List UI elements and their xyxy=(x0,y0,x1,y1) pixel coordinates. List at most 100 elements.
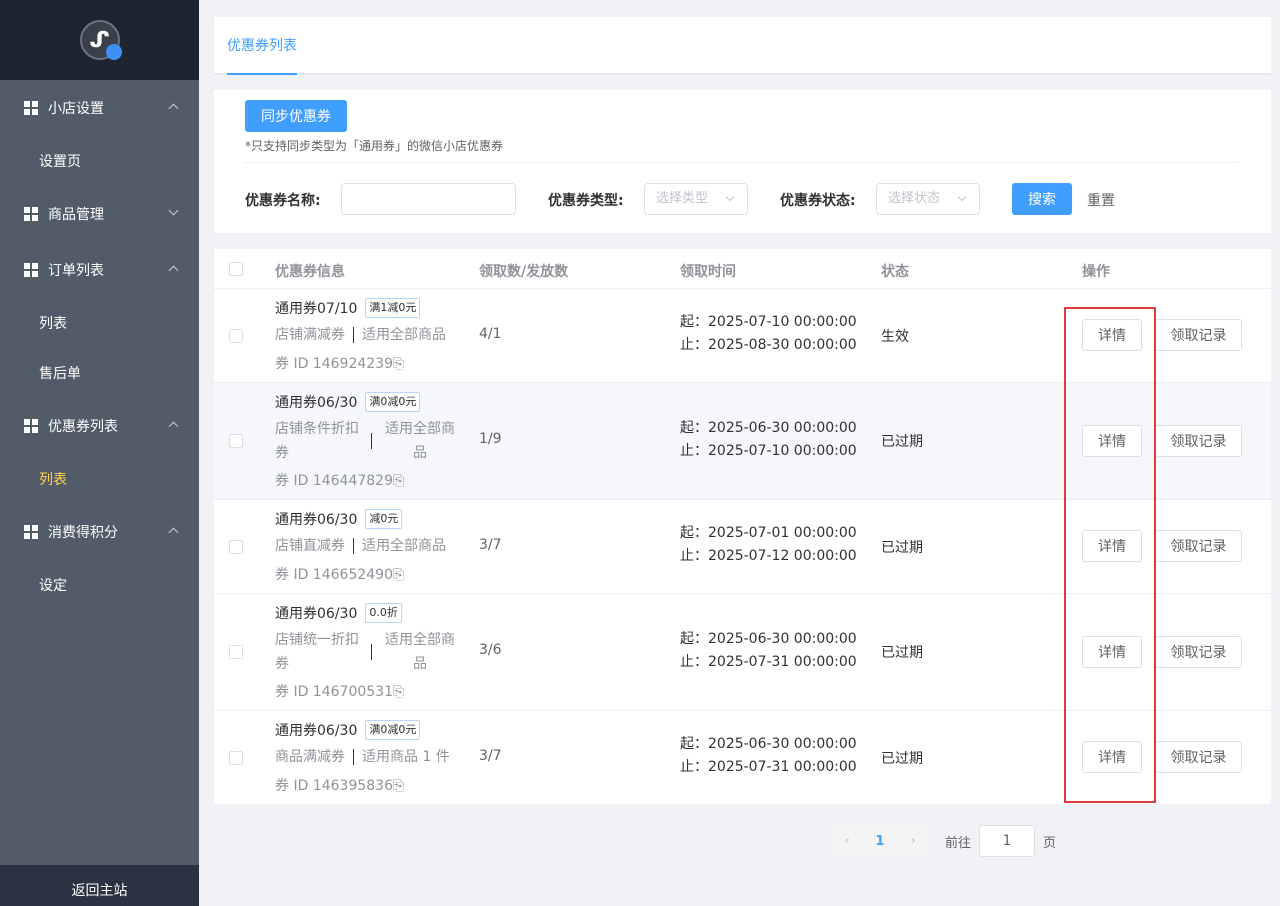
sidebar-item-label: 设置页 xyxy=(39,154,81,170)
sync-coupons-button[interactable]: 同步优惠券 xyxy=(245,100,347,132)
grid-icon xyxy=(24,263,38,277)
coupon-start: 起：2025-07-01 00:00:00 xyxy=(680,525,857,541)
coupon-title: 通用券06/30 满0减0元 xyxy=(275,392,421,412)
sidebar-group-label: 小店设置 xyxy=(48,101,104,117)
row-checkbox[interactable] xyxy=(229,329,243,343)
separator xyxy=(353,327,354,343)
row-checkbox[interactable] xyxy=(229,751,243,765)
coupon-tag: 减0元 xyxy=(365,509,403,529)
coupon-type-select[interactable]: 选择类型 xyxy=(644,183,748,215)
sidebar-item-after-sales[interactable]: 售后单 xyxy=(0,348,199,398)
coupon-count: 3/6 xyxy=(479,642,502,658)
coupon-id: 券 ID 146395836⎘ xyxy=(275,775,404,795)
detail-button[interactable]: 详情 xyxy=(1082,530,1142,562)
sidebar-item-settings-page[interactable]: 设置页 xyxy=(0,136,199,186)
search-button[interactable]: 搜索 xyxy=(1012,183,1072,215)
table-row: 通用券06/30 满0减0元 店铺条件折扣券 适用全部商品 券 ID 14644… xyxy=(214,383,1271,500)
coupon-time: 起：2025-06-30 00:00:00 止：2025-07-31 00:00… xyxy=(680,628,857,674)
detail-button[interactable]: 详情 xyxy=(1082,425,1142,457)
table-header: 优惠券信息 领取数/发放数 领取时间 状态 操作 xyxy=(214,249,1271,289)
coupon-time: 起：2025-06-30 00:00:00 止：2025-07-10 00:00… xyxy=(680,417,857,463)
chevron-up-icon xyxy=(168,527,179,538)
coupon-status-select[interactable]: 选择状态 xyxy=(876,183,980,215)
sidebar-group-shop-settings[interactable]: 小店设置 xyxy=(0,80,199,136)
coupon-title: 通用券06/30 减0元 xyxy=(275,509,403,529)
detail-button[interactable]: 详情 xyxy=(1082,741,1142,773)
claim-log-button[interactable]: 领取记录 xyxy=(1155,636,1242,668)
coupon-count: 3/7 xyxy=(479,537,502,553)
coupon-id-text: 券 ID 146395836 xyxy=(275,778,393,794)
tab-coupon-list[interactable]: 优惠券列表 xyxy=(227,17,297,75)
coupon-kind: 店铺统一折扣券 xyxy=(275,632,359,672)
sidebar-item-coupon-list[interactable]: 列表 xyxy=(0,454,199,504)
chevron-left-icon[interactable]: ‹ xyxy=(831,825,863,857)
grid-icon xyxy=(24,525,38,539)
chevron-down-icon xyxy=(168,205,179,216)
coupon-end: 止：2025-07-10 00:00:00 xyxy=(680,443,857,459)
coupon-title: 通用券06/30 满0减0元 xyxy=(275,720,421,740)
coupon-time: 起：2025-07-10 00:00:00 止：2025-08-30 00:00… xyxy=(680,311,857,357)
coupon-end: 止：2025-08-30 00:00:00 xyxy=(680,337,857,353)
coupon-status: 已过期 xyxy=(881,751,923,767)
app-logo[interactable]: ᔑ xyxy=(79,20,122,60)
coupon-time: 起：2025-06-30 00:00:00 止：2025-07-31 00:00… xyxy=(680,733,857,779)
sidebar-group-points[interactable]: 消费得积分 xyxy=(0,504,199,560)
sidebar-group-product-management[interactable]: 商品管理 xyxy=(0,186,199,242)
chevron-down-icon xyxy=(957,192,967,202)
coupon-id: 券 ID 146447829⎘ xyxy=(275,470,404,490)
coupon-start: 起：2025-06-30 00:00:00 xyxy=(680,631,857,647)
copy-icon[interactable]: ⎘ xyxy=(393,778,404,794)
sidebar-item-points-settings[interactable]: 设定 xyxy=(0,560,199,610)
back-home-button[interactable]: 返回主站 xyxy=(0,865,199,906)
coupon-start: 起：2025-06-30 00:00:00 xyxy=(680,420,857,436)
chevron-up-icon xyxy=(168,265,179,276)
claim-log-button[interactable]: 领取记录 xyxy=(1155,741,1242,773)
claim-log-button[interactable]: 领取记录 xyxy=(1155,425,1242,457)
copy-icon[interactable]: ⎘ xyxy=(393,684,404,700)
page-number[interactable]: 1 xyxy=(864,825,896,857)
table-row: 通用券07/10 满1减0元 店铺满减券 适用全部商品 券 ID 1469242… xyxy=(214,289,1271,383)
sidebar-group-coupon-list[interactable]: 优惠券列表 xyxy=(0,398,199,454)
coupon-end: 止：2025-07-12 00:00:00 xyxy=(680,548,857,564)
row-checkbox[interactable] xyxy=(229,540,243,554)
coupon-status-label: 优惠券状态: xyxy=(780,193,856,209)
coupon-name-input[interactable] xyxy=(341,183,516,215)
pagination: ‹ 1 › 前往 1 页 xyxy=(831,825,1056,857)
coupon-kind: 店铺满减券 xyxy=(275,327,345,343)
copy-icon[interactable]: ⎘ xyxy=(393,473,404,489)
select-all-checkbox[interactable] xyxy=(229,262,243,276)
row-checkbox[interactable] xyxy=(229,645,243,659)
grid-icon xyxy=(24,419,38,433)
detail-button[interactable]: 详情 xyxy=(1082,636,1142,668)
chevron-right-icon[interactable]: › xyxy=(897,825,929,857)
coupon-count: 1/9 xyxy=(479,431,502,447)
coupon-id: 券 ID 146700531⎘ xyxy=(275,681,404,701)
table-row: 通用券06/30 满0减0元 商品满减券 适用商品 1 件 券 ID 14639… xyxy=(214,711,1271,804)
coupon-count: 3/7 xyxy=(479,748,502,764)
coupon-tag: 0.0折 xyxy=(365,603,402,623)
coupon-status: 已过期 xyxy=(881,540,923,556)
detail-button[interactable]: 详情 xyxy=(1082,319,1142,351)
goto-page-input[interactable]: 1 xyxy=(979,825,1036,857)
coupon-applicable: 适用全部商品 xyxy=(362,538,446,554)
sidebar-item-order-list[interactable]: 列表 xyxy=(0,298,199,348)
coupon-status: 生效 xyxy=(881,329,909,345)
sidebar-group-order-list[interactable]: 订单列表 xyxy=(0,242,199,298)
coupon-status: 已过期 xyxy=(881,645,923,661)
reset-button[interactable]: 重置 xyxy=(1087,190,1115,210)
filter-panel: 同步优惠券 *只支持同步类型为「通用券」的微信小店优惠券 优惠券名称: 优惠券类… xyxy=(214,90,1271,233)
claim-log-button[interactable]: 领取记录 xyxy=(1155,530,1242,562)
coupon-scope: 店铺满减券 适用全部商品 xyxy=(275,323,446,347)
coupon-scope: 店铺条件折扣券 适用全部商品 xyxy=(275,417,460,465)
copy-icon[interactable]: ⎘ xyxy=(393,567,404,583)
copy-icon[interactable]: ⎘ xyxy=(393,356,404,372)
table-row: 通用券06/30 减0元 店铺直减券 适用全部商品 券 ID 146652490… xyxy=(214,500,1271,594)
coupon-tag: 满1减0元 xyxy=(365,298,421,318)
grid-icon xyxy=(24,101,38,115)
coupon-id: 券 ID 146924239⎘ xyxy=(275,353,404,373)
claim-log-button[interactable]: 领取记录 xyxy=(1155,319,1242,351)
row-checkbox[interactable] xyxy=(229,434,243,448)
coupon-scope: 店铺统一折扣券 适用全部商品 xyxy=(275,628,460,676)
sidebar-item-label: 列表 xyxy=(39,472,67,488)
tab-bar: 优惠券列表 xyxy=(214,17,1271,75)
